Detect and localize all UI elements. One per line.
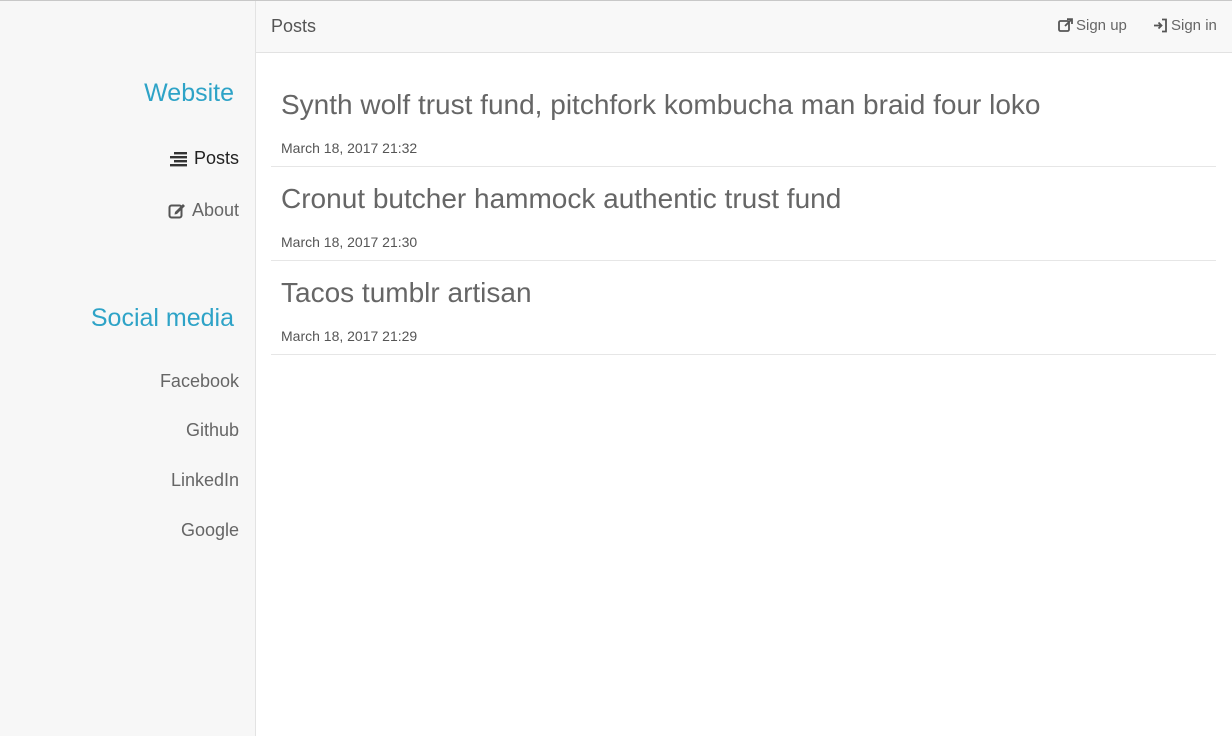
sidebar: Website Posts About Social media Faceboo… xyxy=(0,1,256,736)
sign-in-icon xyxy=(1153,18,1168,33)
sidebar-item-posts[interactable]: Posts xyxy=(169,148,239,169)
post-item[interactable]: Cronut butcher hammock authentic trust f… xyxy=(271,167,1216,261)
external-link-icon xyxy=(1058,18,1073,33)
signup-label: Sign up xyxy=(1076,17,1127,34)
sidebar-item-about[interactable]: About xyxy=(168,200,239,221)
signin-link[interactable]: Sign in xyxy=(1153,17,1217,34)
post-date: March 18, 2017 21:29 xyxy=(281,328,418,344)
post-title[interactable]: Synth wolf trust fund, pitchfork kombuch… xyxy=(281,89,1041,121)
post-item[interactable]: Synth wolf trust fund, pitchfork kombuch… xyxy=(271,73,1216,167)
website-heading: Website xyxy=(144,79,234,107)
post-title[interactable]: Cronut butcher hammock authentic trust f… xyxy=(281,183,841,215)
list-icon xyxy=(169,150,188,168)
page-title: Posts xyxy=(271,16,317,36)
social-link-github[interactable]: Github xyxy=(186,420,239,441)
signup-link[interactable]: Sign up xyxy=(1058,17,1127,34)
social-link-google[interactable]: Google xyxy=(181,520,239,541)
topbar: Posts Sign up Sign in xyxy=(256,1,1232,53)
social-link-linkedin[interactable]: LinkedIn xyxy=(171,470,239,491)
post-date: March 18, 2017 21:30 xyxy=(281,234,418,250)
social-media-heading: Social media xyxy=(90,304,234,332)
post-title[interactable]: Tacos tumblr artisan xyxy=(281,277,532,309)
posts-list: Synth wolf trust fund, pitchfork kombuch… xyxy=(271,73,1216,355)
post-item[interactable]: Tacos tumblr artisan March 18, 2017 21:2… xyxy=(271,261,1216,355)
edit-icon xyxy=(168,202,186,220)
sidebar-item-label: About xyxy=(191,200,239,220)
social-link-facebook[interactable]: Facebook xyxy=(160,371,239,392)
post-date: March 18, 2017 21:32 xyxy=(281,140,418,156)
sidebar-item-label: Posts xyxy=(193,148,239,168)
signin-label: Sign in xyxy=(1171,17,1217,34)
